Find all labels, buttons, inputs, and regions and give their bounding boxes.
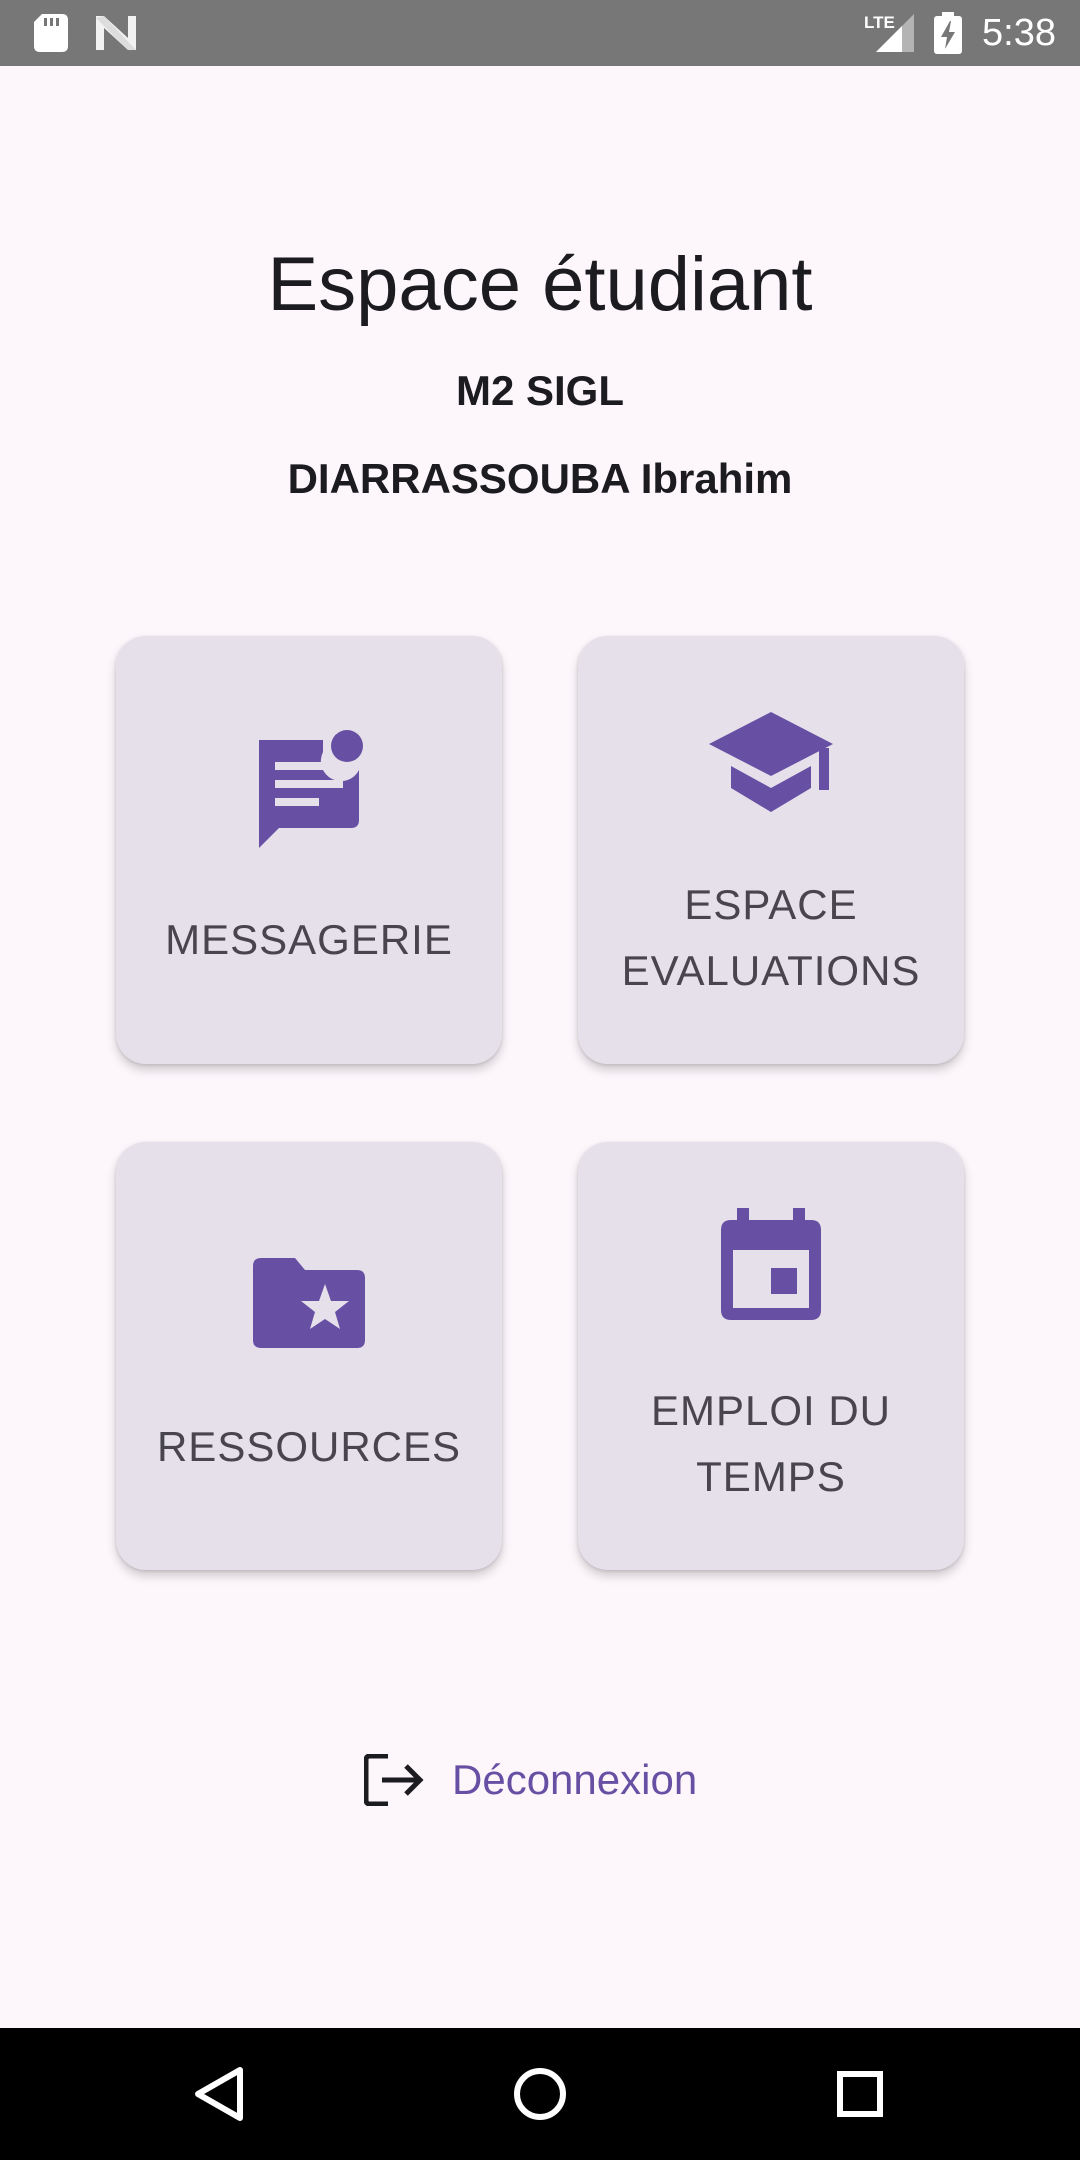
logout-icon: [363, 1753, 424, 1811]
graduation-cap-icon: [709, 712, 833, 821]
emploi-du-temps-card[interactable]: EMPLOI DU TEMPS: [578, 1142, 964, 1570]
calendar-icon: [721, 1208, 821, 1325]
ressources-label: RESSOURCES: [156, 1423, 462, 1470]
messagerie-card[interactable]: MESSAGERIE: [116, 636, 502, 1064]
student-name: DIARRASSOUBA Ibrahim: [287, 455, 793, 502]
ressources-card[interactable]: RESSOURCES: [116, 1142, 502, 1570]
logout-button[interactable]: Déconnexion: [363, 1750, 724, 1811]
clock: 5:38: [982, 12, 1056, 54]
messagerie-label: MESSAGERIE: [165, 916, 453, 963]
status-bar: LTE 5:38: [0, 0, 1080, 66]
page-title: Espace étudiant: [267, 242, 813, 327]
espace-evaluations-label-line1: ESPACE: [684, 881, 858, 928]
message-notification-icon: [253, 728, 365, 853]
folder-star-icon: [253, 1258, 365, 1353]
back-icon[interactable]: [190, 2064, 250, 2124]
recents-icon[interactable]: [830, 2064, 890, 2124]
network-type-label: LTE: [864, 13, 895, 32]
emploi-du-temps-label-line2: TEMPS: [696, 1453, 846, 1500]
home-icon[interactable]: [510, 2064, 570, 2124]
battery-charging-icon: [934, 12, 962, 59]
program-label: M2 SIGL: [455, 367, 625, 414]
espace-evaluations-label-line2: EVALUATIONS: [621, 947, 921, 994]
emploi-du-temps-label-line1: EMPLOI DU: [650, 1387, 892, 1434]
header: Espace étudiant M2 SIGL DIARRASSOUBA Ibr…: [0, 230, 1080, 502]
navigation-bar: [0, 2028, 1080, 2160]
espace-evaluations-card[interactable]: ESPACE EVALUATIONS: [578, 636, 964, 1064]
sd-card-icon: [34, 14, 68, 57]
n-logo-icon: [96, 16, 136, 55]
lte-signal-icon: LTE: [862, 12, 916, 59]
logout-label: Déconnexion: [452, 1756, 698, 1803]
